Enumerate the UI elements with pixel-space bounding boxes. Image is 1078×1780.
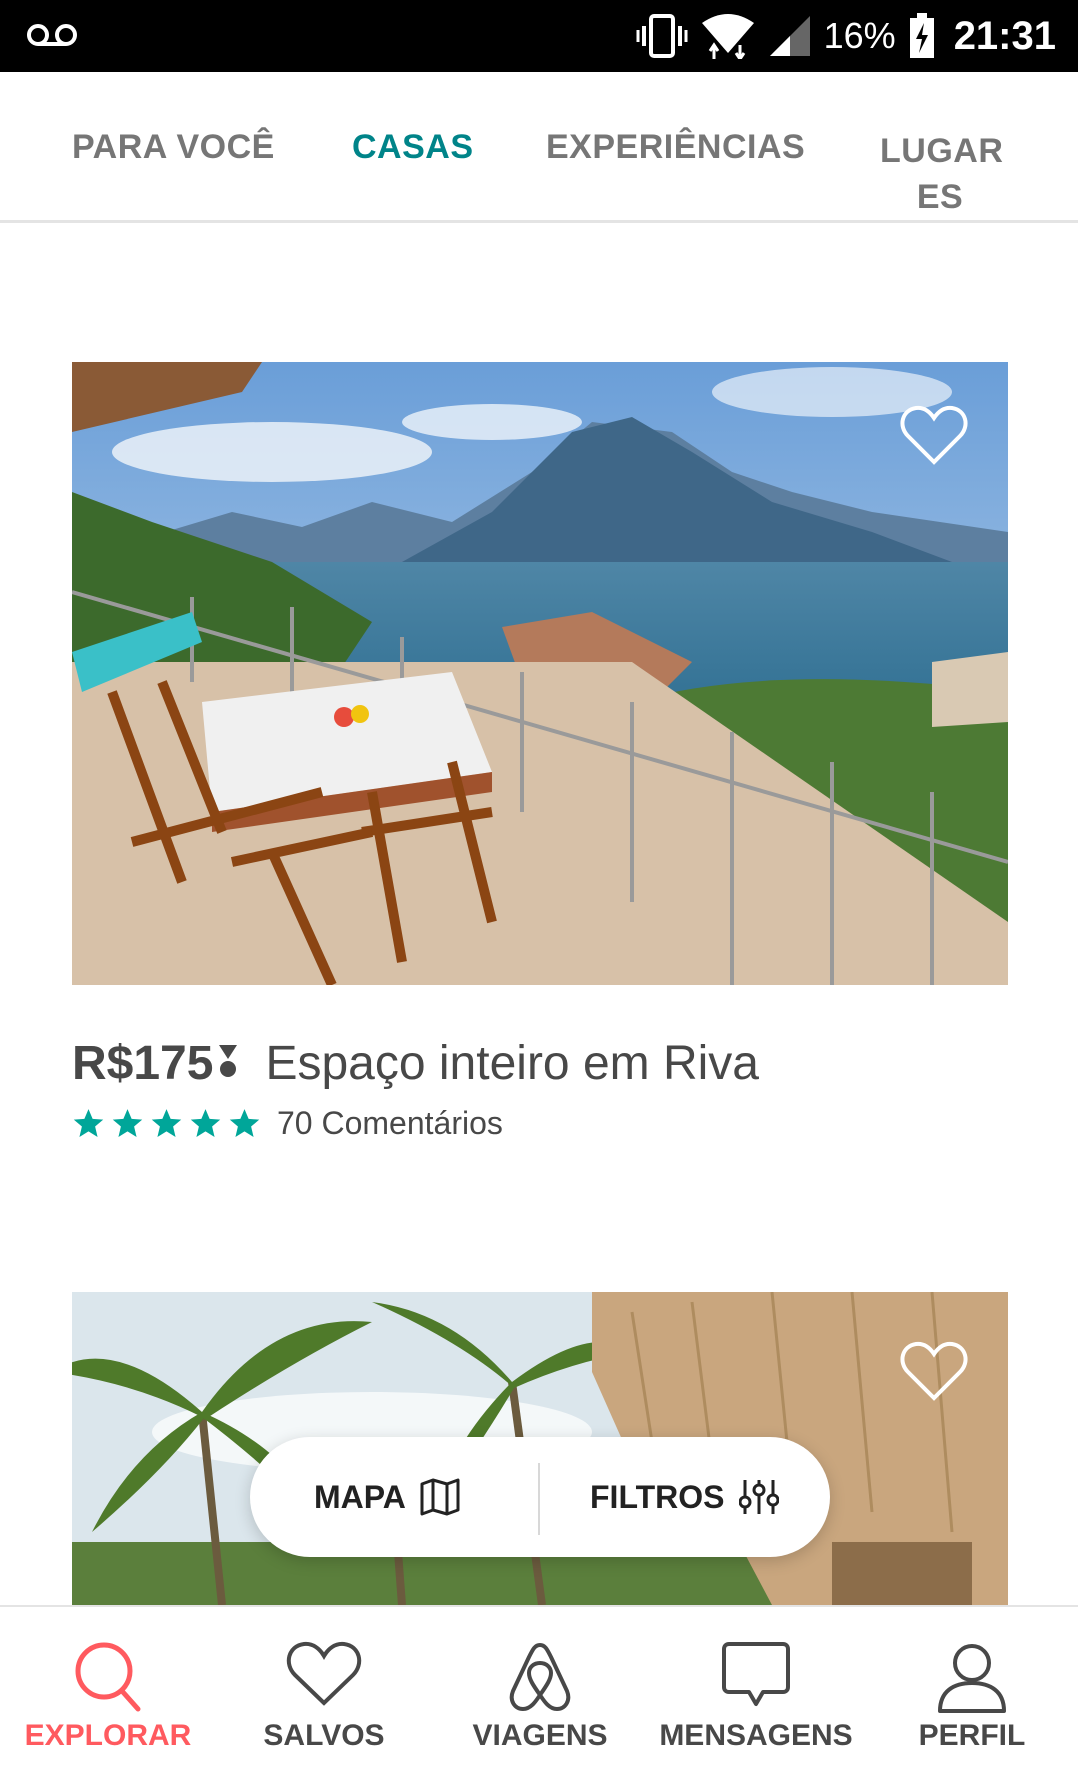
profile-icon	[938, 1644, 1006, 1713]
nav-viagens[interactable]: VIAGENS	[432, 1607, 648, 1780]
listing-title: Espaço inteiro em Riva	[265, 1037, 759, 1090]
pill-divider	[538, 1463, 540, 1535]
star-icon	[112, 1109, 143, 1137]
search-icon	[75, 1642, 141, 1712]
tab-casas[interactable]: CASAS	[352, 128, 474, 167]
listing-price: R$175	[72, 1037, 214, 1090]
nav-label: SALVOS	[263, 1719, 385, 1752]
top-tabs: PARA VOCÊ CASAS EXPERIÊNCIAS LUGAR ES	[0, 72, 1078, 223]
star-icon	[229, 1109, 260, 1137]
filters-button[interactable]: FILTROS	[590, 1437, 779, 1557]
nav-label: PERFIL	[918, 1719, 1026, 1752]
review-count: 70 Comentários	[277, 1105, 503, 1141]
nav-label: MENSAGENS	[659, 1719, 853, 1752]
nav-mensagens[interactable]: MENSAGENS	[648, 1607, 864, 1780]
star-icon	[190, 1109, 221, 1137]
tab-para-voce[interactable]: PARA VOCÊ	[72, 128, 275, 167]
instant-book-icon	[219, 1045, 238, 1077]
voicemail-icon	[27, 24, 77, 46]
nav-label: EXPLORAR	[24, 1719, 192, 1752]
nav-label: VIAGENS	[472, 1719, 608, 1752]
nav-explorar[interactable]: EXPLORAR	[0, 1607, 216, 1780]
nav-salvos[interactable]: SALVOS	[216, 1607, 432, 1780]
map-icon	[420, 1478, 460, 1516]
battery-percent: 16%	[823, 15, 896, 56]
filters-icon	[738, 1480, 779, 1514]
bottom-nav: EXPLORAR SALVOS VIAGENS MENSAGENS PERFIL	[0, 1605, 1078, 1780]
tab-experiencias[interactable]: EXPERIÊNCIAS	[546, 128, 805, 167]
airbnb-logo-icon	[509, 1643, 571, 1711]
filters-label: FILTROS	[590, 1478, 725, 1515]
rating-stars	[72, 1107, 261, 1140]
star-icon	[73, 1109, 104, 1137]
signal-icon	[769, 16, 810, 56]
listing-photo-lake[interactable]	[72, 362, 1008, 985]
status-bar: 16% 21:31	[0, 0, 1078, 72]
map-button[interactable]: MAPA	[314, 1437, 460, 1557]
save-heart-icon[interactable]	[900, 1340, 968, 1402]
nav-perfil[interactable]: PERFIL	[864, 1607, 1078, 1780]
heart-icon	[286, 1641, 362, 1706]
message-icon	[722, 1642, 790, 1706]
listing-info[interactable]: R$175 Espaço inteiro em Riva 70 Comentár…	[72, 1036, 1008, 1142]
tab-lugares[interactable]: LUGAR ES	[880, 128, 1003, 220]
battery-charging-icon	[909, 13, 934, 58]
star-icon	[151, 1109, 182, 1137]
lake-balcony-photo	[72, 362, 1008, 985]
wifi-icon	[701, 14, 754, 59]
save-heart-icon[interactable]	[900, 404, 968, 466]
map-label: MAPA	[314, 1478, 406, 1515]
vibrate-icon	[636, 14, 688, 58]
clock: 21:31	[953, 13, 1056, 58]
map-filters-pill: MAPA FILTROS	[250, 1437, 830, 1557]
